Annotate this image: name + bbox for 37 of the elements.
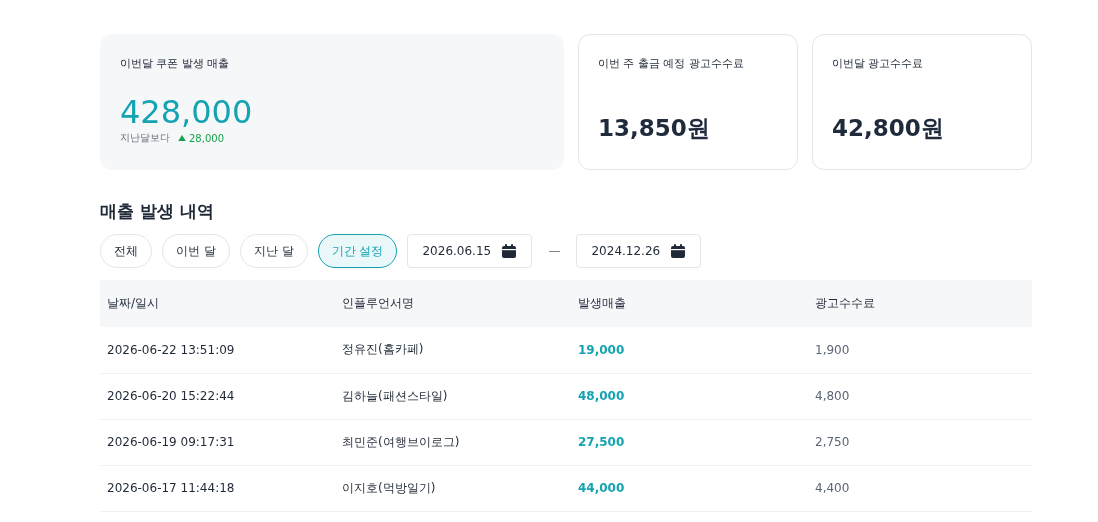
calendar-icon[interactable] <box>501 243 518 259</box>
table-cell: 2026-06-19 09:17:31 <box>100 419 335 465</box>
table-cell: 최민준(여행브이로그) <box>335 419 571 465</box>
calendar-icon[interactable] <box>670 243 687 259</box>
column-header: 날짜/일시 <box>100 280 335 327</box>
change-amount: 28,000 <box>189 132 224 144</box>
table-cell: 정유진(홈카페) <box>335 327 571 373</box>
table-cell: 2026-06-22 13:51:09 <box>100 327 335 373</box>
card-value: 428,000 <box>120 95 253 129</box>
column-header: 광고수수료 <box>808 280 1032 327</box>
date-field[interactable]: 2024.12.26 <box>576 234 702 268</box>
table-cell: 2026-06-20 15:22:44 <box>100 373 335 419</box>
card-title: 이번달 광고수수료 <box>832 57 924 71</box>
table-cell: 2,750 <box>808 419 1032 465</box>
column-header: 발생매출 <box>571 280 808 327</box>
filter-chip[interactable]: 지난 달 <box>239 234 308 268</box>
table-cell: 김하늘(패션스타일) <box>335 373 571 419</box>
filter-chip[interactable]: 이번 달 <box>162 234 230 268</box>
filter-chip[interactable]: 전체 <box>100 234 152 268</box>
card-title: 이번 주 출금 예정 광고수수료 <box>598 57 744 71</box>
table-cell: 이지호(먹방일기) <box>335 465 571 511</box>
table-cell: 1,900 <box>808 327 1032 373</box>
table-cell: 2026-06-17 11:44:18 <box>100 465 335 511</box>
section-title: 매출 발생 내역 <box>100 200 214 222</box>
date-field[interactable]: 2026.06.15 <box>407 234 533 268</box>
table-cell: 4,800 <box>808 373 1032 419</box>
card-value: 42,800원 <box>832 114 944 143</box>
card-title: 이번달 쿠폰 발생 매출 <box>120 57 230 71</box>
column-header: 인플루언서명 <box>335 280 571 327</box>
table-cell: 48,000 <box>571 373 808 419</box>
table-cell: 44,000 <box>571 465 808 511</box>
comparison-label: 지난달보다 <box>120 131 170 145</box>
card-value: 13,850원 <box>598 114 710 143</box>
table-cell: 19,000 <box>571 327 808 373</box>
table-cell: 4,400 <box>808 465 1032 511</box>
table-cell: 27,500 <box>571 419 808 465</box>
range-separator: — <box>548 244 561 258</box>
